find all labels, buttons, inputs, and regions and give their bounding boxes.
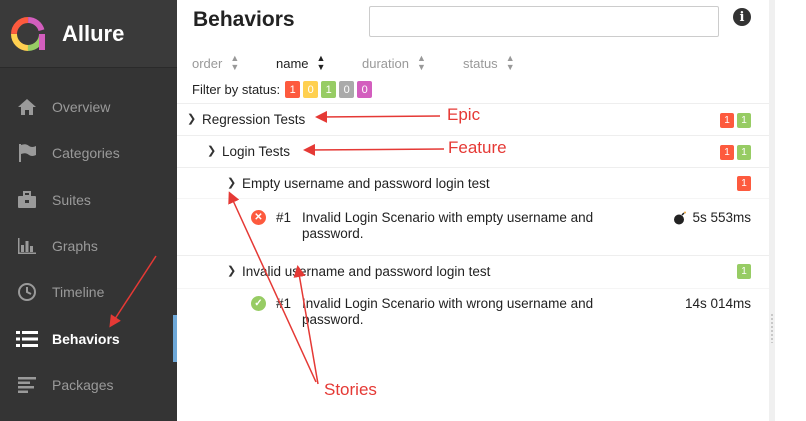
feature-counts: 1 1: [717, 145, 751, 160]
sort-label: status: [463, 55, 498, 71]
sidebar-item-label: Overview: [52, 99, 111, 116]
info-icon[interactable]: i: [733, 8, 751, 26]
brand[interactable]: Allure: [0, 0, 177, 68]
bomb-icon: [674, 211, 687, 224]
story-row[interactable]: ❯ Empty username and password login test…: [177, 167, 769, 198]
failed-count-badge: 1: [737, 176, 751, 191]
bar-chart-icon: [16, 236, 38, 256]
epic-counts: 1 1: [717, 113, 751, 128]
story-counts: 1: [734, 264, 751, 279]
sort-arrows-icon: ▲ ▼: [230, 53, 240, 72]
story-row[interactable]: ❯ Invalid username and password login te…: [177, 255, 769, 288]
passed-status-icon: ✓: [251, 296, 266, 311]
sort-bar: order ▲ ▼ name ▲ ▼ duration ▲ ▼ status ▲ ▼: [192, 54, 515, 72]
pane-header: Behaviors i: [177, 0, 769, 48]
failed-status-icon: ✕: [251, 210, 266, 225]
sidebar-item-label: Behaviors: [52, 330, 120, 347]
test-row[interactable]: ✕ #1 Invalid Login Scenario with empty u…: [177, 198, 769, 255]
clock-icon: [16, 282, 38, 302]
sidebar-item-behaviors[interactable]: Behaviors: [0, 315, 177, 363]
sidebar-item-label: Suites: [52, 191, 91, 208]
chevron-down-icon: ❯: [227, 265, 237, 277]
chevron-down-icon: ❯: [207, 145, 217, 157]
sidebar: Allure Overview Categories Suites Graphs: [0, 0, 177, 421]
story-name: Empty username and password login test: [242, 176, 490, 191]
sidebar-item-graphs[interactable]: Graphs: [0, 223, 177, 269]
filter-label: Filter by status:: [192, 82, 281, 97]
briefcase-icon: [16, 190, 38, 210]
scrollbar[interactable]: [769, 0, 806, 421]
sort-arrows-icon: ▲ ▼: [316, 53, 326, 72]
sort-label: name: [276, 55, 309, 71]
story-name: Invalid username and password login test: [242, 264, 491, 279]
page-title: Behaviors: [193, 8, 295, 31]
test-duration: 14s 014ms: [685, 296, 751, 311]
search-input[interactable]: [369, 6, 719, 37]
epic-name: Regression Tests: [202, 112, 306, 127]
sidebar-item-label: Graphs: [52, 238, 98, 255]
sort-by-duration[interactable]: duration ▲ ▼: [362, 54, 463, 72]
sidebar-item-categories[interactable]: Categories: [0, 130, 177, 176]
list-icon: [16, 329, 38, 349]
sort-arrows-icon: ▲ ▼: [416, 53, 426, 72]
failed-count-badge: 1: [720, 145, 734, 160]
epic-annotation: Epic: [447, 105, 481, 124]
sort-by-order[interactable]: order ▲ ▼: [192, 54, 276, 72]
scroll-track: [769, 0, 775, 421]
sort-label: order: [192, 55, 223, 71]
story-counts: 1: [734, 176, 751, 191]
chevron-down-icon: ❯: [187, 113, 197, 125]
sort-by-name[interactable]: name ▲ ▼: [276, 54, 362, 72]
passed-count-badge: 1: [737, 264, 751, 279]
filter-broken-badge[interactable]: 0: [303, 81, 319, 98]
passed-count-badge: 1: [737, 145, 751, 160]
passed-count-badge: 1: [737, 113, 751, 128]
test-row[interactable]: ✓ #1 Invalid Login Scenario with wrong u…: [177, 288, 769, 345]
failed-count-badge: 1: [720, 113, 734, 128]
sort-by-status[interactable]: status ▲ ▼: [463, 54, 515, 72]
test-name: Invalid Login Scenario with empty userna…: [302, 210, 594, 241]
sidebar-item-packages[interactable]: Packages: [0, 362, 177, 408]
filter-failed-badge[interactable]: 1: [285, 81, 301, 98]
sidebar-nav: Overview Categories Suites Graphs Timeli…: [0, 68, 177, 408]
filter-skipped-badge[interactable]: 0: [339, 81, 355, 98]
test-name: Invalid Login Scenario with wrong userna…: [302, 296, 594, 327]
duration-text: 5s 553ms: [692, 210, 751, 225]
sidebar-item-timeline[interactable]: Timeline: [0, 269, 177, 315]
behaviors-pane: Behaviors i order ▲ ▼ name ▲ ▼ duration ▲ ▼ st…: [177, 0, 769, 421]
allure-logo-icon: [11, 16, 45, 51]
test-duration: 5s 553ms: [673, 210, 751, 225]
sidebar-item-label: Categories: [52, 145, 120, 162]
home-icon: [16, 97, 38, 117]
align-left-icon: [16, 375, 38, 395]
sidebar-item-suites[interactable]: Suites: [0, 177, 177, 223]
feature-name: Login Tests: [222, 144, 291, 159]
duration-text: 14s 014ms: [684, 296, 751, 311]
test-number: #1: [276, 296, 292, 311]
sidebar-item-label: Timeline: [52, 284, 105, 301]
flag-icon: [16, 143, 38, 163]
sort-label: duration: [362, 55, 409, 71]
status-filter: Filter by status: 1 0 1 0 0: [192, 81, 373, 98]
test-number: #1: [276, 210, 292, 225]
filter-passed-badge[interactable]: 1: [321, 81, 337, 98]
sidebar-item-overview[interactable]: Overview: [0, 84, 177, 130]
chevron-down-icon: ❯: [227, 177, 237, 189]
app-title: Allure: [62, 20, 125, 46]
sort-arrows-icon: ▲ ▼: [505, 53, 515, 72]
sidebar-item-label: Packages: [52, 376, 114, 393]
filter-unknown-badge[interactable]: 0: [357, 81, 373, 98]
resize-handle[interactable]: [770, 313, 774, 343]
feature-annotation: Feature: [448, 138, 507, 157]
stories-annotation: Stories: [324, 380, 377, 399]
